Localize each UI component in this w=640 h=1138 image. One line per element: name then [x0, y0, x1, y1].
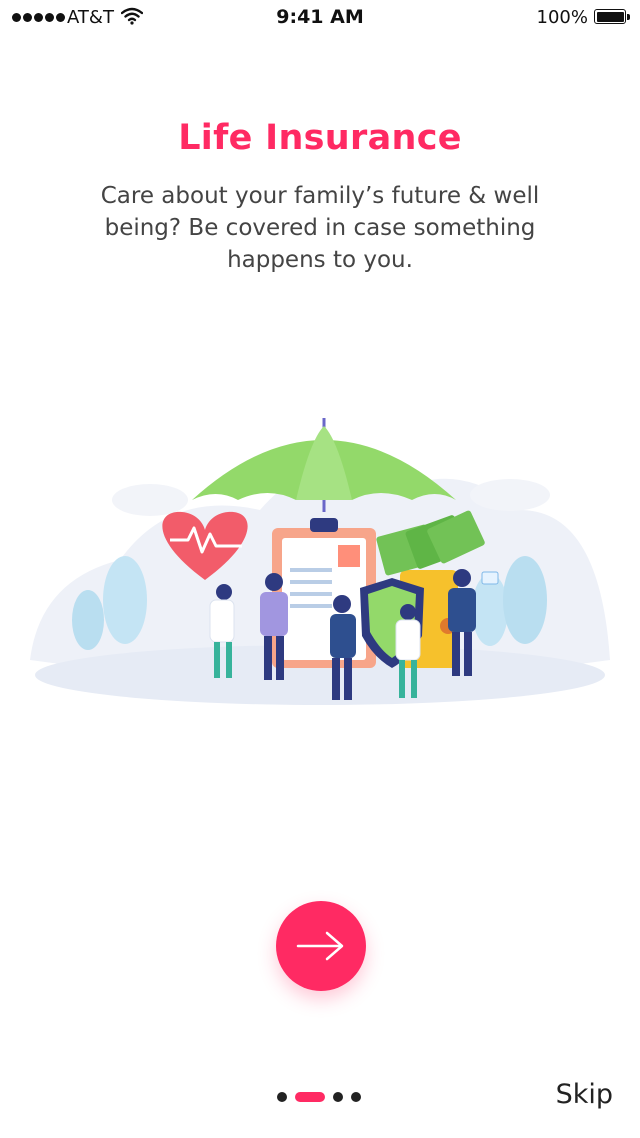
profile-photo	[338, 545, 360, 567]
cloud-left	[112, 484, 188, 516]
tree-left-small	[72, 590, 104, 650]
cloud-right	[470, 479, 550, 511]
clipboard-clip	[310, 518, 338, 532]
arrow-right-icon	[296, 931, 344, 961]
page-dot-active[interactable]	[295, 1092, 325, 1102]
page-dot[interactable]	[351, 1092, 361, 1102]
tree-left-big	[103, 556, 147, 644]
page-indicator	[277, 1092, 361, 1102]
battery-icon	[594, 9, 630, 24]
status-bar: AT&T 9:41 AM 100%	[0, 0, 640, 36]
page-dot[interactable]	[277, 1092, 287, 1102]
page-dot[interactable]	[333, 1092, 343, 1102]
tree-right-big	[503, 556, 547, 644]
next-button[interactable]	[276, 901, 366, 991]
page-description: Care about your family’s future & well b…	[100, 183, 540, 273]
insurance-illustration	[30, 418, 610, 705]
page-title: Life Insurance	[178, 118, 462, 158]
battery-percent: 100%	[536, 7, 588, 28]
skip-button[interactable]: Skip	[556, 1079, 613, 1110]
tree-right	[472, 574, 508, 646]
